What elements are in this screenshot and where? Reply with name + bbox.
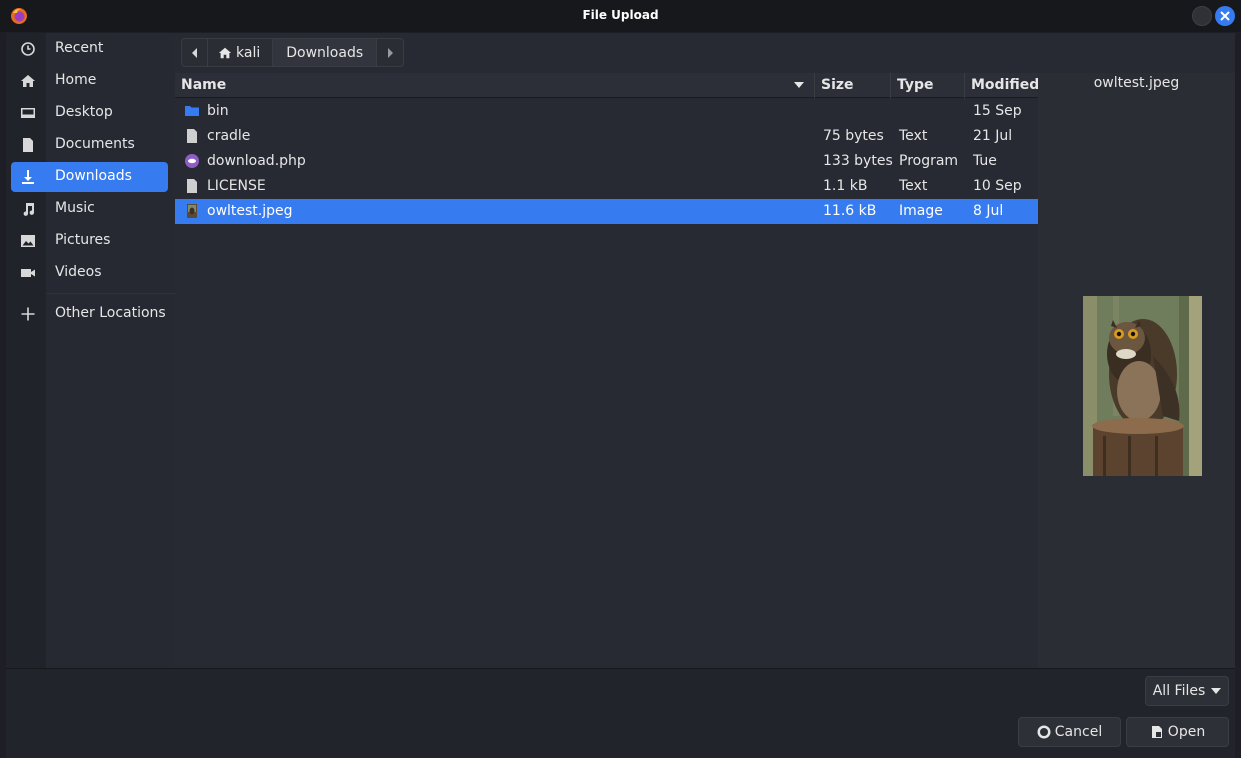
sidebar-item-label: Music bbox=[55, 200, 95, 216]
sidebar-item-label: Pictures bbox=[55, 232, 111, 248]
open-button[interactable]: Open bbox=[1126, 717, 1229, 747]
file-modified: 15 Sep bbox=[973, 103, 1022, 119]
sidebar-item-label: Desktop bbox=[55, 104, 113, 120]
column-header-modified[interactable]: Modified bbox=[965, 73, 1039, 98]
path-bar: kali Downloads bbox=[181, 38, 405, 67]
home-icon bbox=[218, 47, 232, 58]
sidebar-item-label: Videos bbox=[55, 264, 102, 280]
sidebar-item-label: Other Locations bbox=[55, 305, 166, 321]
sidebar-separator bbox=[46, 293, 175, 294]
window-title: File Upload bbox=[582, 8, 659, 22]
path-current-label: Downloads bbox=[286, 44, 364, 61]
close-button[interactable] bbox=[1215, 6, 1235, 26]
open-file-icon bbox=[1151, 726, 1162, 738]
path-current-button[interactable]: Downloads bbox=[273, 39, 378, 66]
sidebar-item-downloads[interactable]: Downloads bbox=[11, 162, 168, 192]
file-type: Program bbox=[899, 153, 959, 169]
document-icon bbox=[23, 138, 33, 152]
file-filter-dropdown[interactable]: All Files bbox=[1145, 676, 1229, 706]
folder-icon bbox=[185, 106, 199, 116]
sidebar-item-label: Recent bbox=[55, 40, 104, 56]
column-header: Name Size Type Modified bbox=[175, 73, 1039, 98]
cancel-label: Cancel bbox=[1054, 724, 1103, 740]
file-size: 11.6 kB bbox=[823, 203, 877, 219]
file-type: Text bbox=[899, 128, 928, 144]
file-list: Name Size Type Modified bin 15 Sep cradl… bbox=[175, 73, 1039, 668]
file-modified: 8 Jul bbox=[973, 203, 1004, 219]
picture-icon bbox=[21, 235, 35, 247]
file-size: 1.1 kB bbox=[823, 178, 868, 194]
image-file-icon bbox=[187, 204, 197, 218]
sidebar-item-music[interactable]: Music bbox=[11, 194, 168, 224]
file-row-download-php[interactable]: download.php 133 bytes Program Tue bbox=[175, 149, 1038, 174]
file-modified: 10 Sep bbox=[973, 178, 1022, 194]
file-size: 75 bytes bbox=[823, 128, 884, 144]
file-row-owltest-jpeg[interactable]: owltest.jpeg 11.6 kB Image 8 Jul bbox=[175, 199, 1038, 224]
file-chooser-main: kali Downloads Name Size Type Modified b… bbox=[175, 33, 1235, 668]
minimize-button[interactable] bbox=[1192, 6, 1212, 26]
column-header-type[interactable]: Type bbox=[891, 73, 965, 98]
close-icon bbox=[1220, 11, 1230, 21]
text-file-icon bbox=[187, 179, 197, 193]
chevron-down-icon bbox=[1211, 688, 1222, 694]
file-type: Text bbox=[899, 178, 928, 194]
file-row-license[interactable]: LICENSE 1.1 kB Text 10 Sep bbox=[175, 174, 1038, 199]
file-modified: 21 Jul bbox=[973, 128, 1013, 144]
sidebar-item-other-locations[interactable]: Other Locations bbox=[11, 299, 168, 329]
sidebar-item-label: Documents bbox=[55, 136, 135, 152]
desktop-icon bbox=[21, 108, 35, 118]
file-name: download.php bbox=[207, 153, 306, 169]
file-row-bin[interactable]: bin 15 Sep bbox=[175, 99, 1038, 124]
home-icon bbox=[21, 75, 35, 87]
sidebar-item-recent[interactable]: Recent bbox=[11, 34, 168, 64]
chevron-left-icon bbox=[191, 47, 197, 58]
sidebar-item-label: Downloads bbox=[55, 168, 132, 184]
file-name: owltest.jpeg bbox=[207, 203, 293, 219]
preview-image bbox=[1083, 296, 1202, 476]
title-bar: File Upload bbox=[0, 0, 1241, 32]
sort-down-icon bbox=[794, 82, 804, 88]
sidebar-item-pictures[interactable]: Pictures bbox=[11, 226, 168, 256]
preview-pane: owltest.jpeg bbox=[1038, 73, 1235, 668]
php-file-icon bbox=[185, 154, 199, 168]
path-home-button[interactable]: kali bbox=[208, 39, 274, 66]
path-home-label: kali bbox=[236, 44, 261, 61]
video-icon bbox=[21, 269, 35, 277]
cancel-icon bbox=[1037, 725, 1051, 739]
path-forward-button[interactable] bbox=[377, 39, 403, 66]
file-row-cradle[interactable]: cradle 75 bytes Text 21 Jul bbox=[175, 124, 1038, 149]
text-file-icon bbox=[187, 129, 197, 143]
file-name: bin bbox=[207, 103, 229, 119]
file-modified: Tue bbox=[973, 153, 997, 169]
file-size: 133 bytes bbox=[823, 153, 893, 169]
file-filter-label: All Files bbox=[1152, 683, 1206, 699]
path-back-button[interactable] bbox=[182, 39, 208, 66]
preview-filename: owltest.jpeg bbox=[1093, 75, 1180, 91]
column-header-name[interactable]: Name bbox=[175, 73, 815, 98]
file-name: LICENSE bbox=[207, 178, 266, 194]
sidebar-item-home[interactable]: Home bbox=[11, 66, 168, 96]
sidebar-item-documents[interactable]: Documents bbox=[11, 130, 168, 160]
file-type: Image bbox=[899, 203, 943, 219]
places-sidebar: Recent Home Desktop Documents Downloads … bbox=[6, 33, 175, 668]
clock-icon bbox=[21, 42, 35, 56]
plus-icon bbox=[21, 307, 35, 321]
action-area: All Files Cancel Open bbox=[6, 668, 1235, 758]
open-label: Open bbox=[1167, 724, 1206, 740]
sidebar-item-label: Home bbox=[55, 72, 97, 88]
column-header-size[interactable]: Size bbox=[815, 73, 891, 98]
chevron-right-icon bbox=[388, 47, 394, 58]
cancel-button[interactable]: Cancel bbox=[1018, 717, 1121, 747]
music-icon bbox=[23, 203, 35, 216]
sidebar-item-videos[interactable]: Videos bbox=[11, 258, 168, 288]
download-icon bbox=[22, 170, 34, 184]
sidebar-item-desktop[interactable]: Desktop bbox=[11, 98, 168, 128]
file-name: cradle bbox=[207, 128, 251, 144]
